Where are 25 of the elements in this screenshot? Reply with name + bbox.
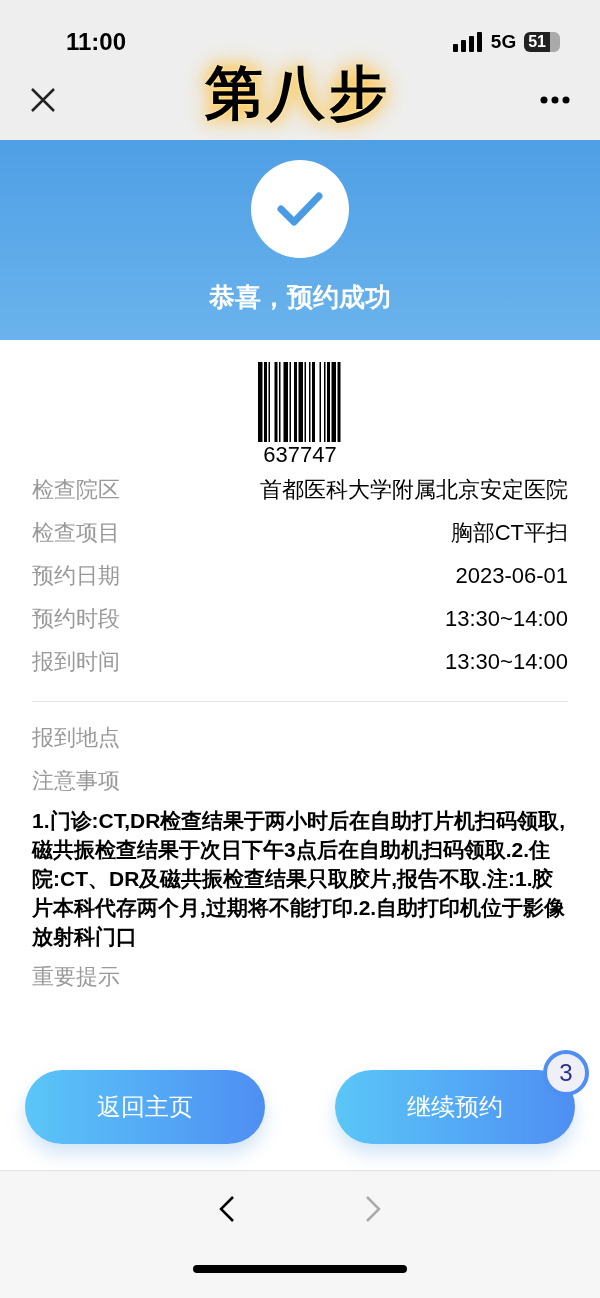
- step-label: 第八步: [205, 58, 391, 127]
- detail-value: 首都医科大学附属北京安定医院: [260, 476, 568, 504]
- success-message: 恭喜，预约成功: [209, 281, 391, 314]
- section-label: 注意事项: [32, 767, 121, 795]
- battery-indicator: 51: [524, 32, 560, 52]
- detail-label: 检查项目: [32, 519, 120, 547]
- detail-label: 检查院区: [32, 476, 120, 504]
- count-badge: 3: [543, 1050, 589, 1096]
- detail-value: 13:30~14:00: [445, 648, 568, 676]
- detail-value: 13:30~14:00: [445, 605, 568, 633]
- detail-value: 2023-06-01: [455, 562, 568, 590]
- signal-icon: [452, 32, 483, 52]
- detail-label: 报到时间: [32, 648, 120, 676]
- section-label: 报到地点: [32, 724, 121, 752]
- section-label: 重要提示: [32, 963, 121, 991]
- barcode-number: 637747: [263, 442, 337, 468]
- action-button[interactable]: 返回主页: [25, 1070, 265, 1144]
- notice-text: 1.门诊:CT,DR检查结果于两小时后在自助打片机扫码领取,磁共振检查结果于次日下午3点后在自助机扫码领取.2.住院:CT、DR及磁共振检查结果只取胶片,报告不取.注:1.胶片本科代存两个月,过期将不能打印.2.自助打印机位于影像放射科门口: [32, 808, 567, 950]
- detail-label: 预约日期: [32, 562, 120, 590]
- network-label: 5G: [490, 29, 517, 54]
- detail-value: 胸部CT平扫: [450, 519, 568, 547]
- detail-label: 预约时段: [32, 605, 120, 633]
- status-time: 11:00: [66, 27, 127, 57]
- more-icon[interactable]: [540, 96, 570, 104]
- close-icon[interactable]: [30, 87, 56, 113]
